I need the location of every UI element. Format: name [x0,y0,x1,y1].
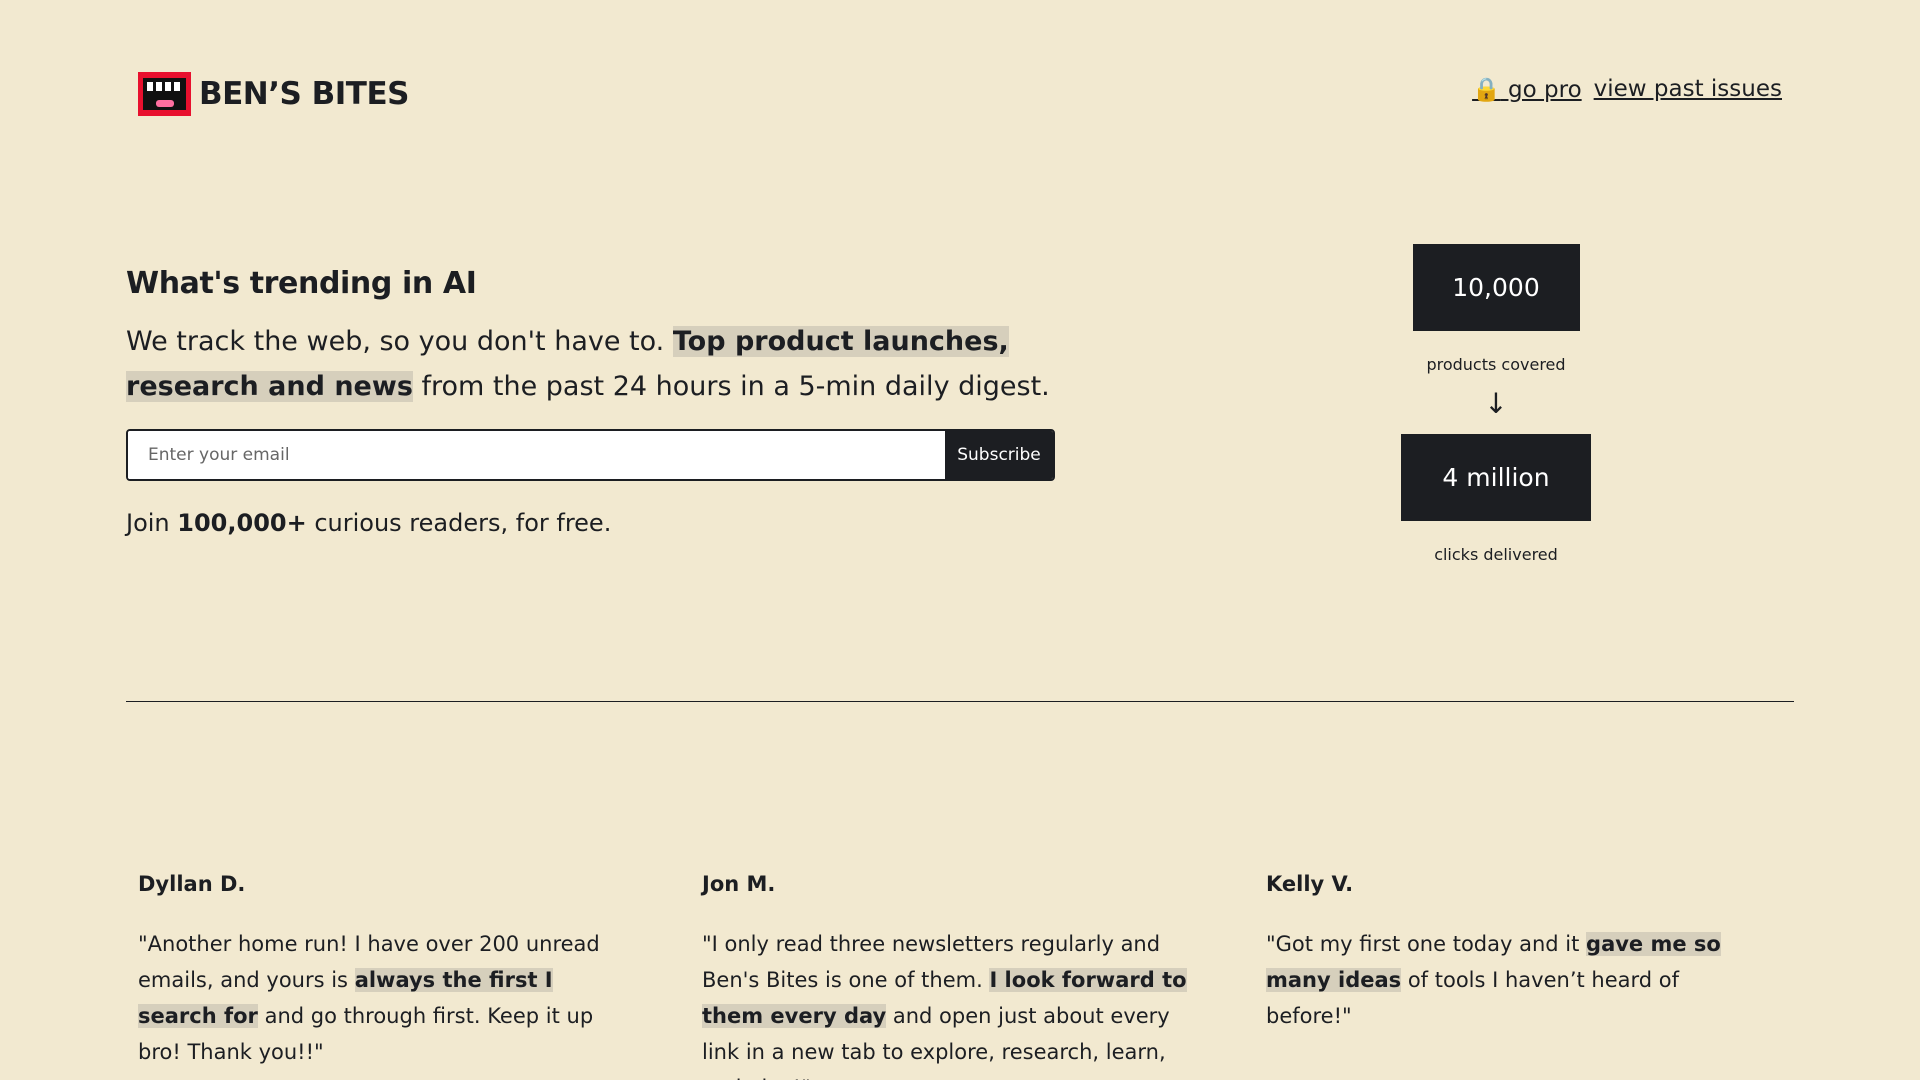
testimonial-quote: "Another home run! I have over 200 unrea… [138,926,636,1070]
testimonial-card: Dyllan D. "Another home run! I have over… [138,872,636,1080]
signup-form: Subscribe [126,429,1055,481]
go-pro-label: go pro [1508,77,1582,103]
products-covered-label: products covered [1426,355,1566,374]
testimonial-author: Kelly V. [1266,872,1354,896]
testimonial-card: Jon M. "I only read three newsletters re… [702,872,1200,1080]
testimonial-quote: "Got my first one today and it gave me s… [1266,926,1764,1034]
lock-icon: 🔒 [1472,77,1501,103]
join-prefix: Join [126,509,178,537]
quote-text: "Got my first one today and it [1266,932,1587,956]
testimonials: Dyllan D. "Another home run! I have over… [138,872,1764,1080]
view-past-issues-link[interactable]: view past issues [1594,76,1782,103]
arrow-down-icon: ↓ [1484,387,1508,420]
go-pro-link[interactable]: 🔒 go pro [1472,76,1582,103]
mouth-logo-icon [138,72,191,116]
hero-section: What's trending in AI We track the web, … [126,266,1056,537]
subscribe-button[interactable]: Subscribe [945,431,1053,479]
section-divider [126,701,1794,702]
site-header: BEN’S BITES 🔒 go pro view past issues [138,72,1782,118]
products-covered-value: 10,000 [1412,244,1580,331]
testimonial-card: Kelly V. "Got my first one today and it … [1266,872,1764,1080]
hero-title: What's trending in AI [126,266,477,301]
clicks-delivered-value: 4 million [1401,434,1591,521]
join-text: Join 100,000+ curious readers, for free. [126,509,1056,537]
join-suffix: curious readers, for free. [306,509,612,537]
email-input[interactable] [128,431,945,479]
brand-logo[interactable]: BEN’S BITES [138,72,409,116]
testimonial-author: Dyllan D. [138,872,246,896]
stats-panel: 10,000 products covered ↓ 4 million clic… [1390,244,1602,564]
brand-name: BEN’S BITES [199,76,409,112]
hero-description: We track the web, so you don't have to. … [126,319,1056,409]
testimonial-quote: "I only read three newsletters regularly… [702,926,1200,1080]
clicks-delivered-label: clicks delivered [1434,545,1558,564]
top-nav: 🔒 go pro view past issues [1472,76,1782,103]
hero-desc-part2: from the past 24 hours in a 5-min daily … [412,371,1050,402]
hero-desc-part1: We track the web, so you don't have to. [126,326,673,357]
reader-count: 100,000+ [177,509,307,537]
testimonial-author: Jon M. [702,872,776,896]
